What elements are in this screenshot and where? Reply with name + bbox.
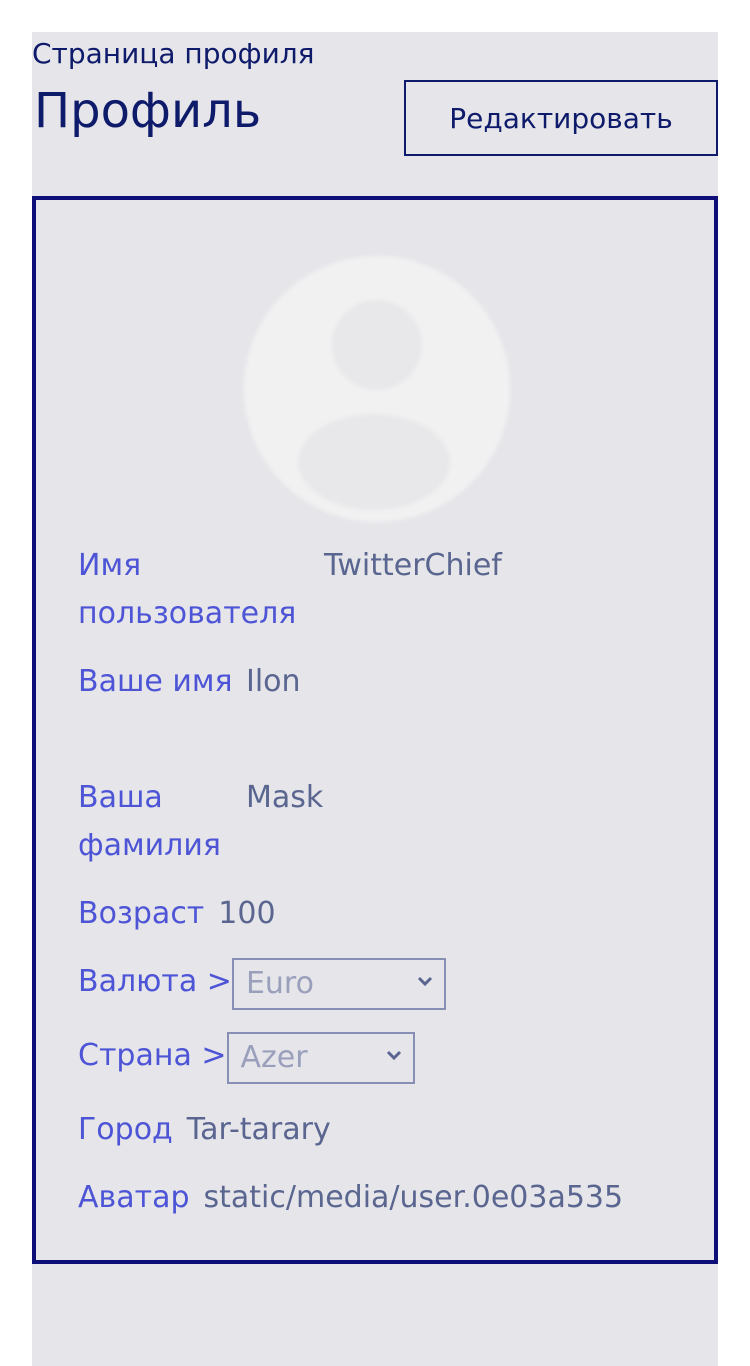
currency-select[interactable]: Euro — [231, 958, 446, 1010]
age-value: 100 — [218, 896, 276, 931]
country-row: Страна > Azer — [78, 1032, 415, 1084]
currency-label: Валюта > — [78, 964, 232, 999]
profile-page: Страница профиля Профиль Редактировать И… — [32, 32, 718, 1366]
username-label: Имя пользователя — [78, 548, 297, 631]
age-row: Возраст 100 — [78, 890, 276, 938]
city-value: Tar-tarary — [186, 1112, 331, 1147]
avatar-placeholder-icon — [244, 256, 510, 522]
city-row: Город Tar-tarary — [78, 1106, 331, 1154]
last-name-label: Ваша фамилия — [78, 780, 221, 863]
city-label: Город — [78, 1112, 173, 1147]
currency-row: Валюта > Euro — [78, 958, 446, 1010]
page-title: Профиль — [34, 83, 262, 139]
profile-card: Имя пользователя TwitterChief Ваше имя I… — [32, 196, 718, 1264]
avatar-label: Аватар — [78, 1180, 190, 1215]
age-label: Возраст — [78, 896, 205, 931]
last-name-value: Mask — [246, 780, 324, 815]
first-name-value: Ilon — [246, 664, 301, 699]
last-name-row: Ваша фамилия Mask — [78, 774, 323, 870]
avatar-path-row: Аватар static/media/user.0e03a535 — [78, 1174, 630, 1222]
username-value: TwitterChief — [324, 548, 502, 583]
country-select[interactable]: Azer — [226, 1032, 415, 1084]
username-row: Имя пользователя TwitterChief — [78, 542, 502, 638]
first-name-row: Ваше имя Ilon — [78, 658, 301, 706]
country-selected-value: Azer — [240, 1040, 308, 1075]
first-name-label: Ваше имя — [78, 664, 233, 699]
edit-profile-button[interactable]: Редактировать — [404, 80, 718, 156]
breadcrumb: Страница профиля — [32, 37, 315, 70]
currency-selected-value: Euro — [245, 966, 314, 1001]
avatar-path-value: static/media/user.0e03a535 — [203, 1180, 624, 1215]
chevron-down-icon — [417, 976, 432, 987]
chevron-down-icon — [386, 1050, 401, 1061]
country-label: Страна > — [78, 1038, 227, 1073]
